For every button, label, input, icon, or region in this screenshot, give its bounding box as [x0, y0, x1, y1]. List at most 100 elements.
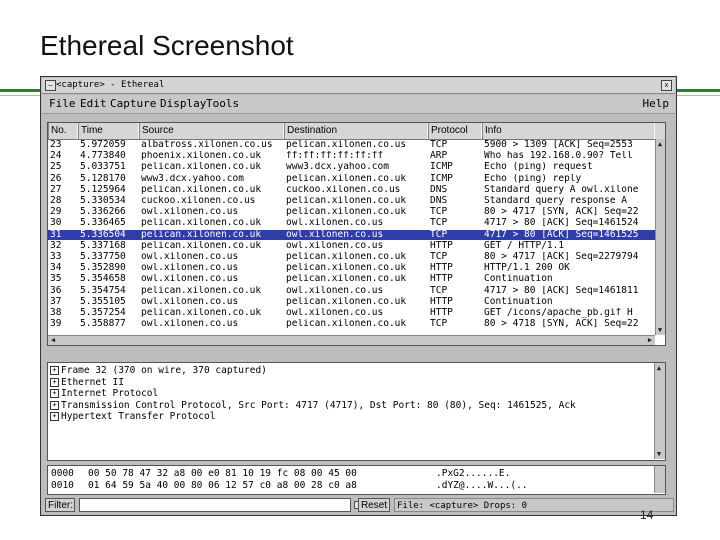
packet-row[interactable]: 35 5.354658 owl.xilonen.co.us pelican.xilon… [48, 274, 665, 285]
cell-destination: pelican.xilonen.co.uk [286, 263, 407, 274]
expand-icon[interactable]: + [50, 366, 59, 375]
menu-edit[interactable]: Edit [80, 95, 107, 113]
cell-info: 4717 > 80 [ACK] Seq=1461524 [484, 218, 639, 229]
scroll-up-arrow-icon[interactable]: ▲ [655, 364, 663, 372]
column-header-protocol[interactable]: Protocol [428, 123, 482, 139]
window-menu-icon[interactable]: – [45, 80, 56, 91]
cell-info: 80 > 4717 [SYN, ACK] Seq=22 [484, 207, 639, 218]
menu-display[interactable]: Display [160, 95, 206, 113]
cell-time: 5.336465 [80, 218, 126, 229]
scroll-right-arrow-icon[interactable]: ▶ [646, 336, 654, 344]
ethereal-window: – <capture> - Ethereal x File Edit Captu… [40, 76, 677, 516]
column-header-destination[interactable]: Destination [284, 123, 428, 139]
expand-icon[interactable]: + [50, 400, 59, 410]
cell-destination: pelican.xilonen.co.uk [286, 207, 407, 218]
cell-info: HTTP/1.1 200 OK [484, 263, 570, 274]
cell-protocol: TCP [430, 252, 448, 262]
column-header-source[interactable]: Source [139, 123, 284, 139]
packet-row[interactable]: 27 5.125964 pelican.xilonen.co.uk cuckoo.xi… [48, 185, 665, 196]
packet-row[interactable]: 29 5.336266 owl.xilonen.co.us pelican.xilon… [48, 207, 665, 218]
packet-row[interactable]: 28 5.330534 cuckoo.xilonen.co.us pelican.xi… [48, 196, 665, 207]
cell-source: cuckoo.xilonen.co.us [141, 196, 256, 206]
scroll-down-arrow-icon[interactable]: ▼ [655, 450, 663, 458]
cell-info: 5900 > 1309 [ACK] Seq=2553 [484, 140, 633, 150]
scroll-left-arrow-icon[interactable]: ◀ [49, 336, 57, 344]
column-header-info[interactable]: Info [482, 123, 655, 139]
tree-item-label: Transmission Control Protocol, Src Port:… [61, 399, 576, 411]
slide-title: Ethereal Screenshot [40, 30, 294, 61]
window-title: <capture> - Ethereal [56, 80, 165, 90]
packet-row[interactable]: 38 5.357254 pelican.xilonen.co.uk owl.xilon… [48, 308, 665, 319]
cell-protocol: TCP [430, 319, 448, 330]
menu-capture[interactable]: Capture [110, 95, 156, 113]
column-header-no[interactable]: No. [48, 123, 78, 139]
cell-source: owl.xilonen.co.us [141, 274, 239, 285]
packet-row[interactable]: 23 5.972059 albatross.xilonen.co.us pelican… [48, 140, 665, 151]
status-bar: Filter: Reset File: <capture> Drops: 0 [42, 496, 675, 515]
packet-row[interactable]: 30 5.336465 pelican.xilonen.co.uk owl.xilon… [48, 218, 665, 229]
packet-row[interactable]: 36 5.354754 pelican.xilonen.co.uk owl.xilon… [48, 286, 665, 297]
cell-protocol: TCP [430, 218, 448, 229]
cell-source: owl.xilonen.co.us [141, 319, 239, 330]
cell-destination: www3.dcx.yahoo.com [286, 162, 389, 173]
cell-time: 5.336266 [80, 207, 126, 218]
cell-no: 24 [50, 151, 62, 162]
scroll-up-arrow-icon[interactable]: ▲ [656, 140, 664, 148]
cell-no: 27 [50, 184, 62, 195]
cell-no: 38 [50, 308, 62, 318]
details-vscrollbar[interactable]: ▲ ▼ [654, 363, 665, 459]
filter-button[interactable]: Filter: [45, 498, 75, 512]
tree-item-ip[interactable]: + Internet Protocol [50, 388, 158, 400]
hex-vscrollbar[interactable] [654, 466, 665, 493]
cell-destination: ff:ff:ff:ff:ff:ff [286, 151, 384, 162]
packet-row[interactable]: 37 5.355105 owl.xilonen.co.us pelican.xilon… [48, 297, 665, 308]
hex-pane: 0000 00 50 78 47 32 a8 00 e0 81 10 19 fc… [47, 465, 666, 495]
hex-bytes: 00 50 78 47 32 a8 00 e0 81 10 19 fc 08 0… [88, 468, 357, 479]
cell-no: 35 [50, 274, 62, 285]
packet-row[interactable]: 34 5.352890 owl.xilonen.co.us pelican.xilon… [48, 263, 665, 274]
cell-destination: pelican.xilonen.co.uk [286, 274, 407, 285]
cell-no: 33 [50, 252, 62, 262]
packet-row-selected[interactable]: 31 5.336504 pelican.xilonen.co.uk owl.xilon… [48, 229, 665, 241]
cell-source: pelican.xilonen.co.uk [141, 162, 262, 173]
cell-protocol: HTTP [430, 263, 453, 274]
cell-protocol: TCP [430, 140, 448, 150]
cell-time: 5.972059 [80, 140, 126, 150]
tree-item-frame[interactable]: + Frame 32 (370 on wire, 370 captured) [50, 365, 267, 377]
column-header-time[interactable]: Time [78, 123, 139, 139]
cell-destination: pelican.xilonen.co.uk [286, 296, 407, 307]
packet-list-hscrollbar[interactable]: ◀ ▶ [48, 335, 655, 345]
filter-input[interactable] [79, 498, 351, 512]
expand-icon[interactable]: + [50, 389, 59, 398]
packet-row[interactable]: 24 4.773840 phoenix.xilonen.co.uk ff:ff:ff:… [48, 151, 665, 162]
cell-source: albatross.xilonen.co.us [141, 140, 273, 150]
tree-item-tcp[interactable]: + Transmission Control Protocol, Src Port… [50, 400, 576, 412]
menu-file[interactable]: File [49, 95, 76, 113]
cell-source: pelican.xilonen.co.uk [141, 240, 262, 251]
cell-protocol: HTTP [430, 274, 453, 285]
packet-row[interactable]: 32 5.337168 pelican.xilonen.co.uk owl.xilon… [48, 241, 665, 252]
packet-list-header: No. Time Source Destination Protocol Inf… [48, 123, 665, 140]
reset-button[interactable]: Reset [358, 498, 390, 512]
packet-row[interactable]: 33 5.337750 owl.xilonen.co.us pelican.xilon… [48, 252, 665, 263]
cell-time: 5.128170 [80, 173, 126, 184]
scroll-down-arrow-icon[interactable]: ▼ [656, 326, 664, 334]
menu-tools[interactable]: Tools [206, 95, 239, 113]
packet-row[interactable]: 39 5.358877 owl.xilonen.co.us pelican.xilon… [48, 319, 665, 330]
cell-no: 34 [50, 263, 62, 274]
expand-icon[interactable]: + [50, 377, 59, 387]
expand-icon[interactable]: + [50, 412, 59, 421]
cell-source: owl.xilonen.co.us [141, 207, 239, 218]
packet-row[interactable]: 25 5.033751 pelican.xilonen.co.uk www3.dcx.… [48, 162, 665, 173]
menu-help[interactable]: Help [643, 95, 670, 113]
cell-info: Who has 192.168.0.90? Tell [484, 151, 633, 162]
packet-list-vscrollbar[interactable]: ▲ ▼ [655, 139, 665, 335]
cell-protocol: ICMP [430, 173, 453, 184]
cell-time: 5.033751 [80, 162, 126, 173]
cell-info: Continuation [484, 274, 553, 285]
cell-protocol: HTTP [430, 296, 453, 307]
close-icon[interactable]: x [661, 80, 672, 91]
tree-item-http[interactable]: + Hypertext Transfer Protocol [50, 411, 215, 423]
tree-item-ethernet[interactable]: + Ethernet II [50, 377, 124, 389]
packet-row[interactable]: 26 5.128170 www3.dcx.yahoo.com pelican.xilo… [48, 174, 665, 185]
